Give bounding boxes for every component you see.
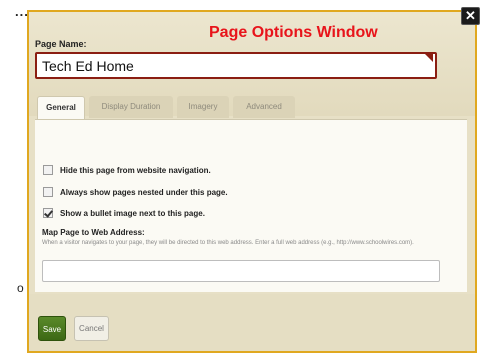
- map-web-address-help: When a visitor navigates to your page, t…: [42, 240, 414, 246]
- show-nested-label: Always show pages nested under this page…: [60, 188, 228, 197]
- dialog-footer: Save Cancel: [29, 294, 475, 351]
- background-text-fragment: o: [17, 281, 24, 295]
- page-name-label: Page Name:: [35, 39, 87, 49]
- web-address-input[interactable]: [42, 260, 440, 282]
- window-title: Page Options Window: [209, 24, 378, 41]
- tab-imagery[interactable]: Imagery: [177, 96, 229, 118]
- page-name-input[interactable]: [35, 52, 437, 79]
- tab-display-duration[interactable]: Display Duration: [89, 96, 173, 118]
- show-bullet-label: Show a bullet image next to this page.: [60, 209, 205, 218]
- screenshot-page: ... o Page Options Window Page Name: Gen…: [0, 0, 485, 358]
- dialog-header: Page Options Window Page Name: General D…: [29, 12, 475, 120]
- hide-navigation-label: Hide this page from website navigation.: [60, 166, 211, 175]
- tab-advanced[interactable]: Advanced: [233, 96, 295, 118]
- close-icon[interactable]: ✕: [461, 7, 480, 25]
- general-tab-panel: Hide this page from website navigation. …: [35, 119, 467, 292]
- page-options-dialog: Page Options Window Page Name: General D…: [27, 10, 477, 353]
- map-web-address-label: Map Page to Web Address:: [42, 228, 145, 237]
- hide-navigation-checkbox[interactable]: [43, 165, 53, 175]
- save-button[interactable]: Save: [38, 316, 66, 341]
- cancel-button[interactable]: Cancel: [74, 316, 109, 341]
- show-nested-checkbox[interactable]: [43, 187, 53, 197]
- tab-general[interactable]: General: [37, 96, 85, 120]
- show-bullet-checkbox[interactable]: [43, 208, 53, 218]
